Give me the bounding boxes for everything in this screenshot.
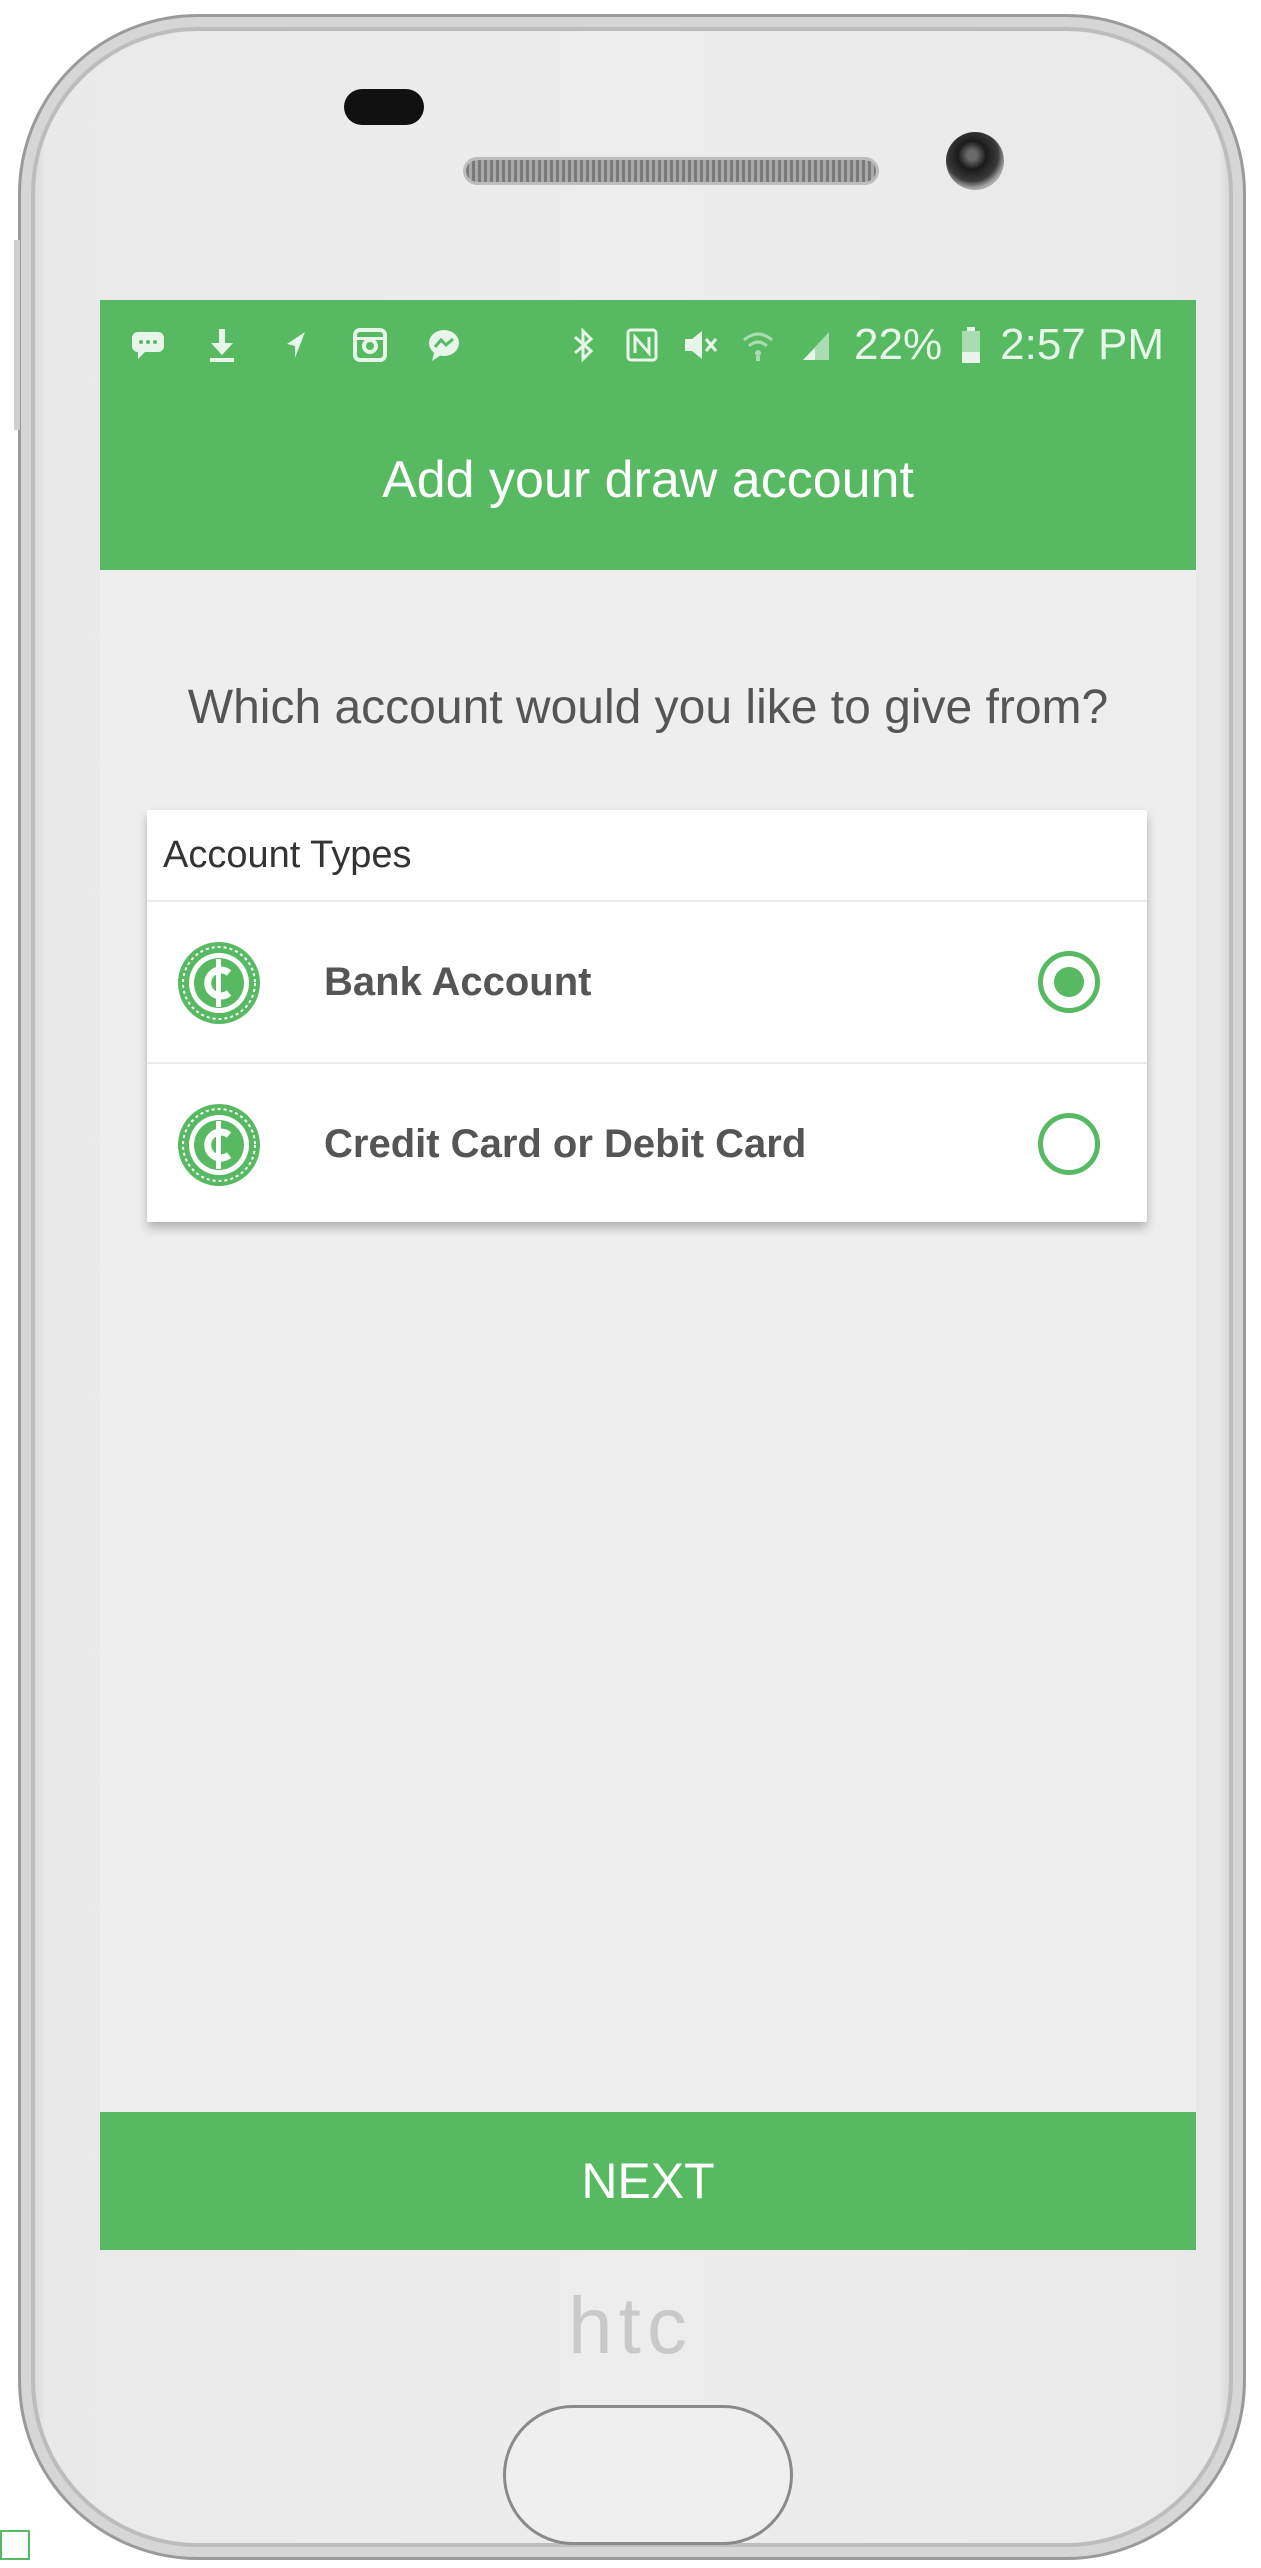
bluetooth-icon	[564, 325, 604, 365]
page-title: Add your draw account	[382, 451, 914, 509]
next-button[interactable]: NEXT	[100, 2112, 1196, 2250]
app-header: 22% 2:57 PM Add your draw account	[100, 300, 1196, 570]
account-types-card: Account Types Bank Account Credit Card o…	[147, 810, 1147, 1222]
clock: 2:57 PM	[1000, 320, 1164, 369]
option-credit-debit-card[interactable]: Credit Card or Debit Card	[147, 1064, 1147, 1224]
earpiece-speaker	[466, 160, 876, 182]
front-camera	[946, 132, 1004, 190]
option-label-bank-account: Bank Account	[324, 960, 592, 1004]
option-label-credit-debit-card: Credit Card or Debit Card	[324, 1122, 807, 1166]
account-types-heading: Account Types	[147, 810, 1147, 902]
message-icon	[128, 325, 168, 365]
radio-credit-debit-card[interactable]	[1038, 1113, 1100, 1175]
option-bank-account[interactable]: Bank Account	[147, 902, 1147, 1064]
download-icon	[202, 325, 242, 365]
nfc-icon	[622, 325, 662, 365]
navigation-icon	[276, 325, 316, 365]
battery-icon	[960, 325, 982, 365]
app-screen: 22% 2:57 PM Add your draw account Which …	[100, 300, 1196, 2250]
question-text: Which account would you like to give fro…	[187, 681, 1109, 734]
radio-bank-account[interactable]	[1038, 951, 1100, 1013]
proximity-sensor	[344, 89, 424, 125]
battery-percent: 22%	[854, 320, 943, 369]
status-bar: 22% 2:57 PM	[100, 300, 1196, 390]
signal-icon	[796, 325, 836, 365]
messenger-icon	[424, 325, 464, 365]
home-button[interactable]	[503, 2405, 793, 2545]
cent-coin-icon	[177, 941, 261, 1025]
cent-coin-icon	[177, 1103, 261, 1187]
brand-logo: htc	[568, 2281, 693, 2370]
mute-icon	[680, 325, 720, 365]
corner-marker	[0, 2530, 30, 2560]
volume-button	[14, 240, 20, 430]
instagram-icon	[350, 325, 390, 365]
wifi-icon	[738, 325, 778, 365]
